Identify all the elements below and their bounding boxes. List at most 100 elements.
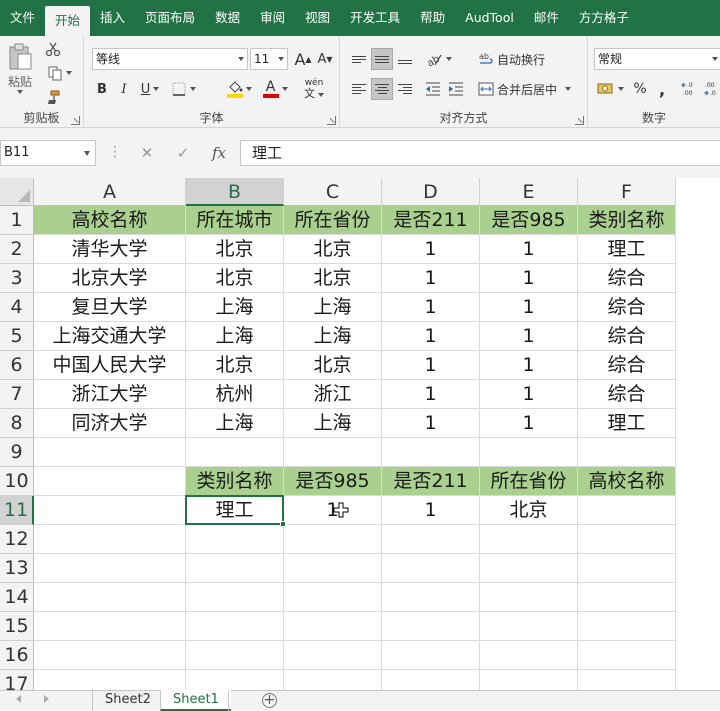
cell-e7[interactable]: 1 (480, 380, 578, 409)
menu-tab-page-layout[interactable]: 页面布局 (135, 0, 205, 36)
orientation-dropdown-icon[interactable] (445, 57, 452, 61)
cell-e2[interactable]: 1 (480, 235, 578, 264)
cell-a13[interactable] (34, 554, 186, 583)
row-header-13[interactable]: 13 (0, 554, 34, 583)
font-color-button[interactable]: A (258, 76, 292, 102)
cell-a12[interactable] (34, 525, 186, 554)
row-header-3[interactable]: 3 (0, 264, 34, 293)
align-middle-button[interactable] (371, 48, 393, 70)
cell-f8[interactable]: 理工 (578, 409, 676, 438)
cell-c13[interactable] (284, 554, 382, 583)
cell-a1[interactable]: 高校名称 (34, 206, 186, 235)
menu-tab-view[interactable]: 视图 (295, 0, 340, 36)
cell-e4[interactable]: 1 (480, 293, 578, 322)
cell-a3[interactable]: 北京大学 (34, 264, 186, 293)
add-sheet-button[interactable]: + (262, 693, 277, 708)
cell-b4[interactable]: 上海 (186, 293, 284, 322)
phonetic-button[interactable]: wén 文 (296, 76, 332, 102)
cell-b5[interactable]: 上海 (186, 322, 284, 351)
cut-button[interactable] (42, 40, 64, 58)
menu-tab-fangfang[interactable]: 方方格子 (569, 0, 639, 36)
align-center-button[interactable] (371, 78, 393, 100)
cell-c10[interactable]: 是否985 (284, 467, 382, 496)
cell-e14[interactable] (480, 583, 578, 612)
number-format-select[interactable]: 常规 (594, 48, 720, 70)
row-header-1[interactable]: 1 (0, 206, 34, 235)
clipboard-launcher-icon[interactable] (71, 116, 80, 125)
align-top-button[interactable] (348, 48, 370, 70)
wrap-text-button[interactable]: ab 自动换行 (478, 48, 554, 70)
enter-button[interactable]: ✓ (170, 140, 196, 166)
row-header-10[interactable]: 10 (0, 467, 34, 496)
menu-tab-data[interactable]: 数据 (205, 0, 250, 36)
comma-button[interactable]: , (652, 78, 672, 100)
row-header-6[interactable]: 6 (0, 351, 34, 380)
cell-d3[interactable]: 1 (382, 264, 480, 293)
cell-b3[interactable]: 北京 (186, 264, 284, 293)
cell-e8[interactable]: 1 (480, 409, 578, 438)
cell-d2[interactable]: 1 (382, 235, 480, 264)
cell-b12[interactable] (186, 525, 284, 554)
cell-f9[interactable] (578, 438, 676, 467)
cell-e16[interactable] (480, 641, 578, 670)
cell-b7[interactable]: 杭州 (186, 380, 284, 409)
cell-b1[interactable]: 所在城市 (186, 206, 284, 235)
column-header-e[interactable]: E (480, 178, 578, 206)
column-header-b[interactable]: B (186, 178, 284, 206)
font-launcher-icon[interactable] (327, 116, 336, 125)
cell-a5[interactable]: 上海交通大学 (34, 322, 186, 351)
menu-tab-insert[interactable]: 插入 (90, 0, 135, 36)
merge-center-button[interactable]: 合并后居中 (478, 78, 578, 100)
chevron-down-icon[interactable] (84, 151, 90, 156)
cell-d9[interactable] (382, 438, 480, 467)
cell-e3[interactable]: 1 (480, 264, 578, 293)
underline-dropdown-icon[interactable] (153, 87, 160, 91)
cell-f10[interactable]: 高校名称 (578, 467, 676, 496)
cell-c7[interactable]: 浙江 (284, 380, 382, 409)
row-header-14[interactable]: 14 (0, 583, 34, 612)
cell-b14[interactable] (186, 583, 284, 612)
cell-b13[interactable] (186, 554, 284, 583)
cell-f4[interactable]: 综合 (578, 293, 676, 322)
cell-b8[interactable]: 上海 (186, 409, 284, 438)
cell-c17[interactable] (284, 670, 382, 690)
copy-dropdown-icon[interactable] (65, 71, 72, 75)
cell-f15[interactable] (578, 612, 676, 641)
cell-a16[interactable] (34, 641, 186, 670)
cell-a15[interactable] (34, 612, 186, 641)
row-header-11[interactable]: 11 (0, 496, 34, 525)
cell-d15[interactable] (382, 612, 480, 641)
cell-c5[interactable]: 上海 (284, 322, 382, 351)
column-header-d[interactable]: D (382, 178, 480, 206)
row-header-4[interactable]: 4 (0, 293, 34, 322)
cell-e5[interactable]: 1 (480, 322, 578, 351)
cell-e13[interactable] (480, 554, 578, 583)
cell-b2[interactable]: 北京 (186, 235, 284, 264)
column-header-c[interactable]: C (284, 178, 382, 206)
border-button[interactable] (168, 78, 198, 100)
menu-tab-developer[interactable]: 开发工具 (340, 0, 410, 36)
cell-c9[interactable] (284, 438, 382, 467)
currency-dropdown-icon[interactable] (617, 87, 624, 91)
cell-d17[interactable] (382, 670, 480, 690)
currency-button[interactable] (594, 78, 626, 100)
cell-f17[interactable] (578, 670, 676, 690)
cell-b17[interactable] (186, 670, 284, 690)
phonetic-dropdown-icon[interactable] (318, 93, 324, 97)
fill-color-dropdown-icon[interactable] (245, 87, 252, 91)
cell-a14[interactable] (34, 583, 186, 612)
cell-d12[interactable] (382, 525, 480, 554)
paste-button[interactable]: 粘贴 (4, 42, 36, 94)
cell-d13[interactable] (382, 554, 480, 583)
cell-e11[interactable]: 北京 (480, 496, 578, 525)
cell-c1[interactable]: 所在省份 (284, 206, 382, 235)
cell-c3[interactable]: 北京 (284, 264, 382, 293)
cell-d7[interactable]: 1 (382, 380, 480, 409)
row-header-8[interactable]: 8 (0, 409, 34, 438)
cell-d16[interactable] (382, 641, 480, 670)
insert-function-button[interactable]: fx (206, 140, 232, 166)
row-header-16[interactable]: 16 (0, 641, 34, 670)
cell-b16[interactable] (186, 641, 284, 670)
row-header-15[interactable]: 15 (0, 612, 34, 641)
cell-e17[interactable] (480, 670, 578, 690)
